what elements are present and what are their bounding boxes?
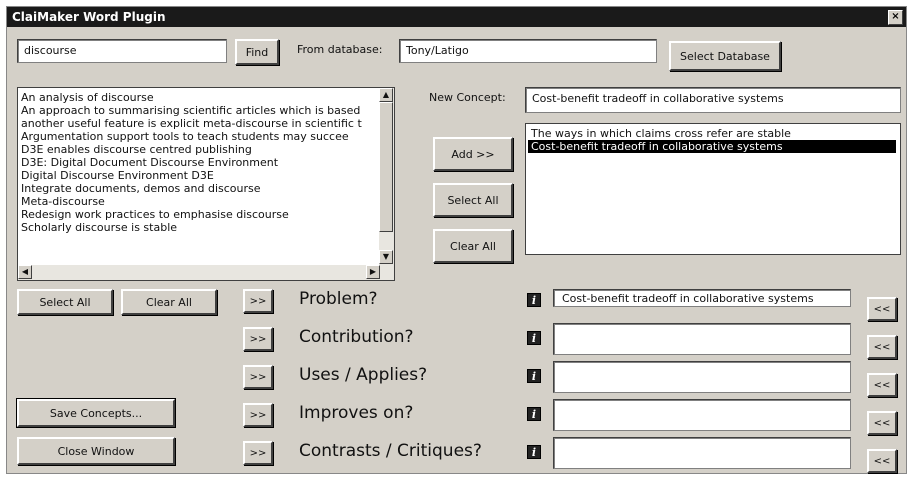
close-icon[interactable]: × (888, 10, 903, 25)
results-vscrollbar[interactable]: ▲ ▼ (379, 88, 394, 266)
add-to-relation-button[interactable]: >> (243, 289, 273, 313)
results-list-item[interactable]: An analysis of discourse (18, 91, 380, 104)
relation-field[interactable] (553, 361, 851, 393)
close-window-button[interactable]: Close Window (17, 437, 175, 465)
save-concepts-button[interactable]: Save Concepts... (16, 398, 176, 428)
add-to-relation-button[interactable]: >> (243, 403, 273, 427)
results-list-item[interactable]: another useful feature is explicit meta-… (18, 117, 380, 130)
new-concept-input[interactable]: Cost-benefit tradeoff in collaborative s… (525, 87, 901, 113)
info-icon[interactable]: i (527, 293, 541, 307)
results-list-item[interactable]: Scholarly discourse is stable (18, 221, 380, 234)
plugin-window: ClaiMaker Word Plugin × discourse Find F… (6, 6, 907, 474)
info-icon[interactable]: i (527, 445, 541, 459)
scroll-left-icon[interactable]: ◀ (18, 265, 32, 279)
relation-field[interactable] (553, 437, 851, 469)
title-bar: ClaiMaker Word Plugin × (7, 7, 906, 27)
find-button[interactable]: Find (235, 39, 279, 65)
results-clear-all-button[interactable]: Clear All (121, 289, 217, 315)
new-concept-label: New Concept: (429, 91, 506, 104)
remove-from-relation-button[interactable]: << (867, 449, 897, 473)
relation-field[interactable]: Cost-benefit tradeoff in collaborative s… (553, 289, 851, 307)
remove-from-relation-button[interactable]: << (867, 411, 897, 435)
database-label: From database: (297, 43, 383, 56)
remove-from-relation-button[interactable]: << (867, 373, 897, 397)
select-database-button[interactable]: Select Database (669, 41, 781, 71)
info-icon[interactable]: i (527, 369, 541, 383)
search-input[interactable]: discourse (17, 39, 227, 63)
add-to-relation-button[interactable]: >> (243, 441, 273, 465)
add-to-relation-button[interactable]: >> (243, 327, 273, 351)
concepts-list-item[interactable]: Cost-benefit tradeoff in collaborative s… (528, 140, 896, 153)
scroll-right-icon[interactable]: ▶ (366, 265, 380, 279)
relation-label: Problem? (299, 289, 378, 309)
add-button[interactable]: Add >> (433, 137, 513, 171)
relation-field[interactable] (553, 323, 851, 355)
results-list[interactable]: An analysis of discourse An approach to s… (17, 87, 395, 281)
scroll-thumb[interactable] (379, 102, 393, 232)
concepts-select-all-button[interactable]: Select All (433, 183, 513, 217)
results-list-item[interactable]: D3E enables discourse centred publishing (18, 143, 380, 156)
remove-from-relation-button[interactable]: << (867, 335, 897, 359)
results-list-item[interactable]: Digital Discourse Environment D3E (18, 169, 380, 182)
window-title: ClaiMaker Word Plugin (12, 10, 166, 24)
relation-label: Uses / Applies? (299, 365, 428, 385)
results-list-item[interactable]: An approach to summarising scientific ar… (18, 104, 380, 117)
database-field[interactable]: Tony/Latigo (399, 39, 657, 63)
concepts-list-item[interactable]: The ways in which claims cross refer are… (528, 127, 896, 140)
results-select-all-button[interactable]: Select All (17, 289, 113, 315)
results-list-item[interactable]: Redesign work practices to emphasise dis… (18, 208, 380, 221)
concepts-list[interactable]: The ways in which claims cross refer are… (525, 123, 901, 255)
results-hscrollbar[interactable]: ◀ ▶ (18, 265, 394, 280)
results-list-item[interactable]: Integrate documents, demos and discourse (18, 182, 380, 195)
scroll-up-icon[interactable]: ▲ (379, 88, 393, 102)
results-list-item[interactable]: Argumentation support tools to teach stu… (18, 130, 380, 143)
results-list-item[interactable]: D3E: Digital Document Discourse Environm… (18, 156, 380, 169)
info-icon[interactable]: i (527, 407, 541, 421)
results-list-item[interactable]: Meta-discourse (18, 195, 380, 208)
relation-label: Contribution? (299, 327, 414, 347)
relation-label: Improves on? (299, 403, 414, 423)
scroll-down-icon[interactable]: ▼ (379, 250, 393, 264)
remove-from-relation-button[interactable]: << (867, 297, 897, 321)
add-to-relation-button[interactable]: >> (243, 365, 273, 389)
info-icon[interactable]: i (527, 331, 541, 345)
concepts-clear-all-button[interactable]: Clear All (433, 229, 513, 263)
relation-label: Contrasts / Critiques? (299, 441, 482, 461)
relation-field[interactable] (553, 399, 851, 431)
